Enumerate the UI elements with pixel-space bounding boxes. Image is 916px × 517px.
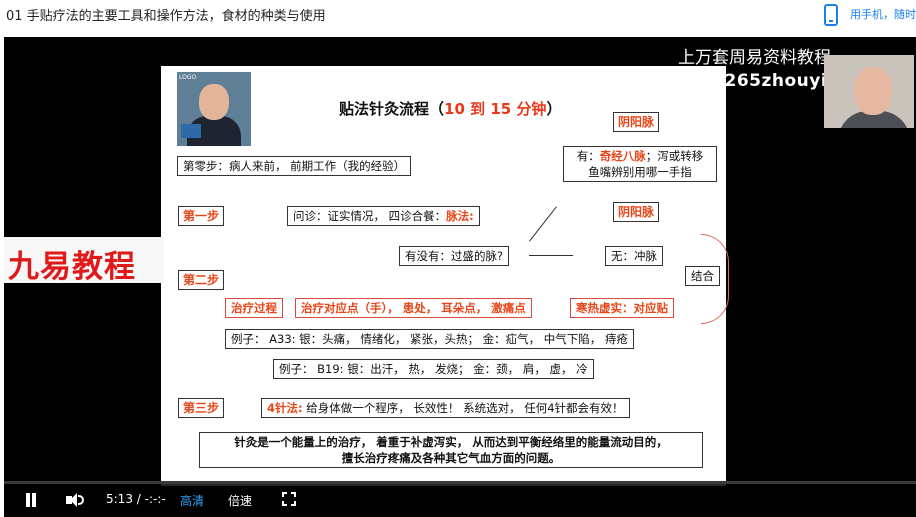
page-title: 01 手贴疗法的主要工具和操作方法，食材的种类与使用 [6,9,326,24]
arrow-to-none [529,255,573,256]
progress-bar[interactable] [4,481,916,484]
has-prefix: 有： [576,149,600,163]
slide-title-prefix: 贴法针灸流程（ [339,100,445,118]
has-box: 有：奇经八脉；泻或转移 鱼嘴辨别用哪一手指 [563,146,717,182]
example-a33-box: 例子： A33: 银：头痛， 情绪化， 紧张，头热； 金：疝气， 中气下陷， 痔… [225,329,634,349]
volume-icon[interactable] [66,492,84,508]
yinyang-label-mid: 阴阳脉 [613,202,660,222]
logo-face [199,84,229,120]
combine-box: 结合 [685,266,720,286]
video-player[interactable]: LOGO 贴法针灸流程（10 到 15 分钟） 第零步：病人来前， 前期工作（我… [4,37,916,517]
summary-line2: 擅长治疗疼痛及各种其它气血方面的问题。 [341,451,561,465]
fullscreen-icon[interactable] [282,492,296,506]
watermark-title: 上万套周易资料教程 [678,48,831,68]
title-bar: 01 手贴疗法的主要工具和操作方法，食材的种类与使用 用手机，随时 [0,0,916,36]
step3-label: 第三步 [178,398,225,418]
presenter-head [854,67,892,115]
has-line1: 有：奇经八脉；泻或转移 [569,148,711,164]
speed-button[interactable]: 倍速 [228,492,252,509]
phone-link[interactable]: 用手机，随时 [850,6,916,22]
arrow-to-has [529,206,557,242]
treat-points-text: 治疗对应点（手）， 患处， 耳朵点， 激痛点 [301,301,526,315]
presenter-webcam [824,55,914,128]
has-highlight: 奇经八脉 [599,149,646,163]
has-line2: 鱼嘴辨别用哪一手指 [588,165,692,179]
summary-box: 针灸是一个能量上的治疗， 着重于补虚泻实， 从而达到平衡经络里的能量流动目的， … [199,432,703,468]
treat-process-text: 治疗过程 [231,301,277,315]
step0-box: 第零步：病人来前， 前期工作（我的经验） [177,156,412,176]
cold-heat-text: 寒热虚实：对应贴 [576,301,668,315]
player-controls: 5:13 / -:-:- 高清 倍速 [4,481,916,517]
four-needle-box: 4针法: 给身体做一个程序， 长效性！ 系统选对， 任何4针都会有效！ [261,398,630,418]
step1-label: 第一步 [178,206,225,226]
lecture-slide: LOGO 贴法针灸流程（10 到 15 分钟） 第零步：病人来前， 前期工作（我… [161,66,729,486]
four-needle-text: 给身体做一个程序， 长效性！ 系统选对， 任何4针都会有效！ [302,401,624,415]
step1-text: 问诊：证实情况， 四诊合餐： [293,209,447,223]
treat-points-box: 治疗对应点（手）， 患处， 耳朵点， 激痛点 [295,298,532,318]
yinyang-label-top: 阴阳脉 [613,112,660,132]
brand-watermark: 九易教程 [8,249,136,285]
summary-line1: 针灸是一个能量上的治疗， 着重于补虚泻实， 从而达到平衡经络里的能量流动目的， [234,435,668,449]
slide-title-suffix: ） [546,100,562,118]
logo-photo: LOGO [177,72,251,146]
example-b19-box: 例子： B19: 银：出汗， 热， 发烧； 金：颈， 肩， 虚， 冷 [273,359,594,379]
pause-icon[interactable] [24,493,38,507]
question-box: 有没有：过盛的脉? [399,246,510,266]
cold-heat-box: 寒热虚实：对应贴 [570,298,674,318]
phone-icon[interactable] [824,4,838,26]
has-suffix: ；泻或转移 [645,149,704,163]
none-box: 无：冲脉 [605,246,663,266]
quality-button[interactable]: 高清 [180,492,204,509]
slide-title: 贴法针灸流程（10 到 15 分钟） [339,98,561,119]
logo-label: LOGO [179,74,197,81]
step1-box: 问诊：证实情况， 四诊合餐：脉法: [287,206,480,226]
treat-process-box: 治疗过程 [225,298,283,318]
step2-label: 第二步 [178,270,225,290]
logo-tag [181,124,201,138]
slide-title-highlight: 10 到 15 分钟 [444,100,547,118]
step1-highlight: 脉法: [446,209,474,223]
four-needle-label: 4针法: [267,401,303,415]
time-display: 5:13 / -:-:- [106,492,166,506]
